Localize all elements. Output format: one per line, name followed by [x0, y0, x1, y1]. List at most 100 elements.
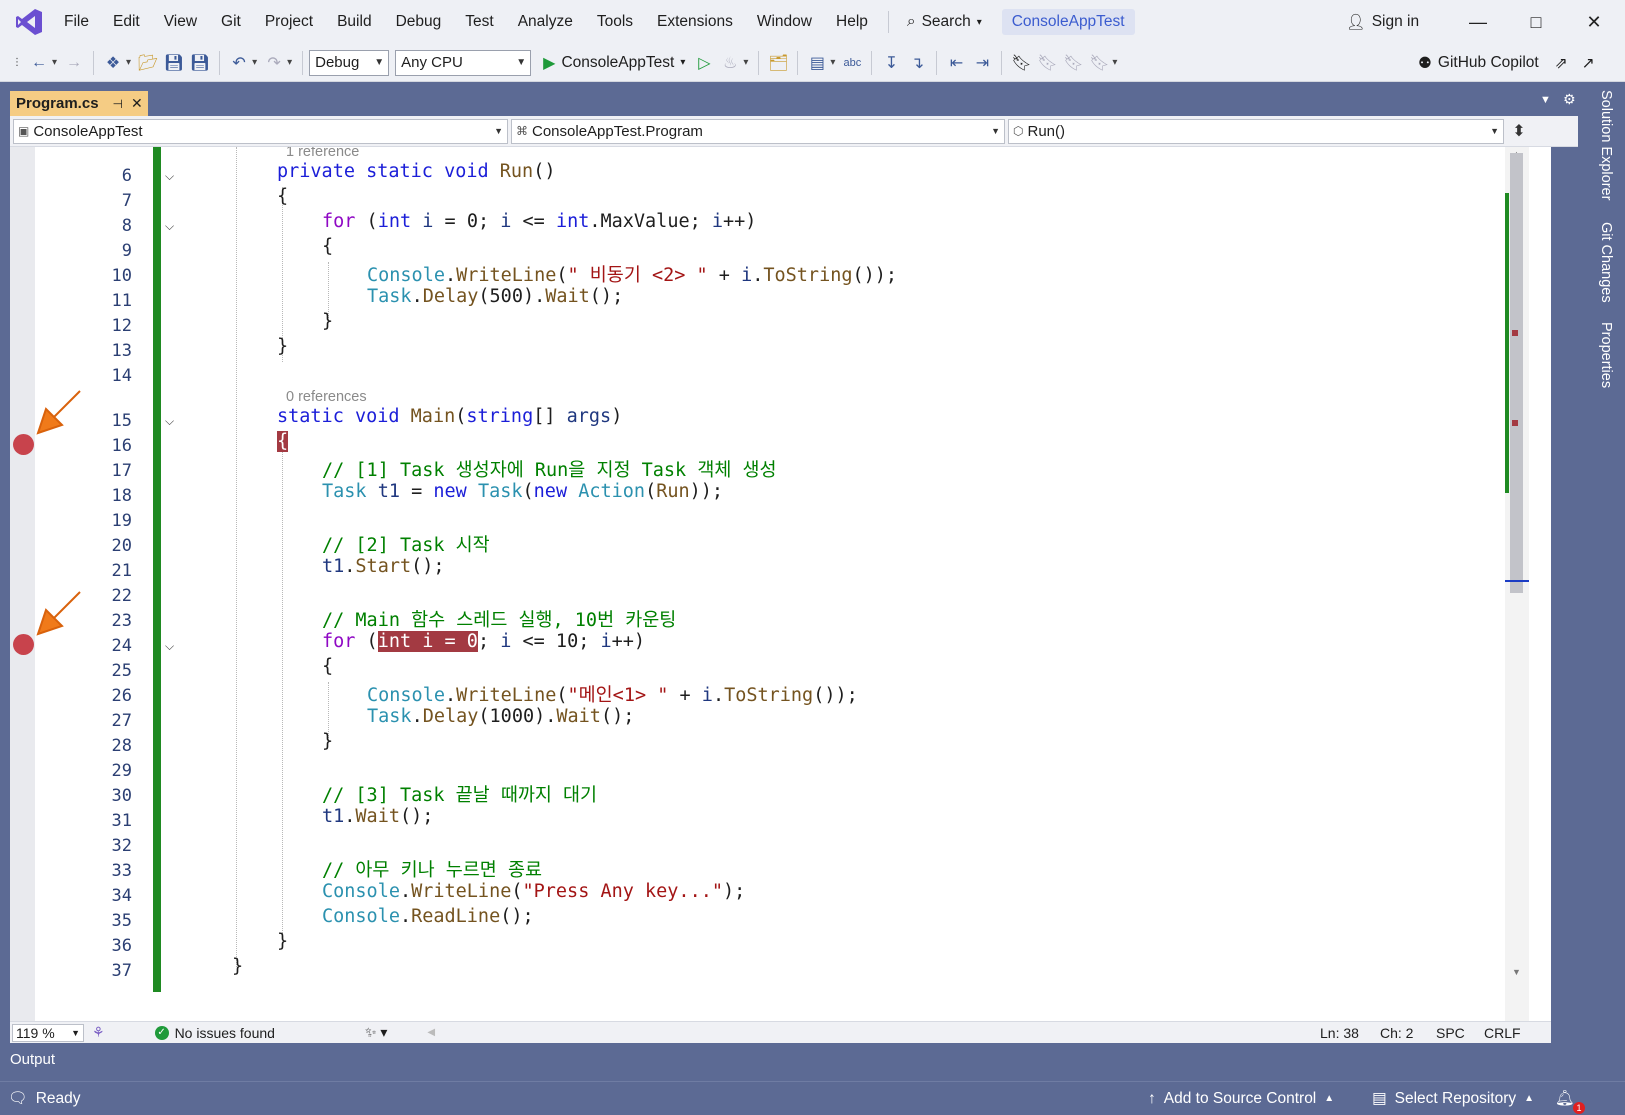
tab-program-cs[interactable]: Program.cs ⊣ ✕: [10, 91, 148, 116]
menu-item-git[interactable]: Git: [209, 0, 253, 44]
tab-git-changes[interactable]: Git Changes: [1598, 222, 1614, 303]
chevron-down-icon[interactable]: ▾: [1112, 57, 1117, 68]
step-over-icon[interactable]: ↴: [904, 50, 930, 76]
tab-output[interactable]: Output: [10, 1051, 55, 1068]
collapse-icon[interactable]: ⌵: [165, 219, 174, 234]
menu-item-window[interactable]: Window: [745, 0, 824, 44]
tab-properties[interactable]: Properties: [1598, 322, 1614, 388]
annotation-arrow-icon: [36, 591, 81, 636]
chevron-down-icon[interactable]: ▾: [126, 57, 131, 68]
line-ending-indicator[interactable]: CRLF: [1484, 1025, 1521, 1041]
open-folder-icon[interactable]: 📂︎: [135, 50, 161, 76]
repository-label: Select Repository: [1394, 1089, 1517, 1107]
collapse-icon[interactable]: ⌵: [165, 169, 174, 184]
breakpoint-icon[interactable]: [13, 434, 34, 455]
issues-indicator[interactable]: ✓ No issues found: [154, 1025, 275, 1041]
code-cleanup-icon[interactable]: ✨︎ ▾: [365, 1024, 387, 1041]
redo-icon[interactable]: ↷: [261, 50, 287, 76]
column-indicator[interactable]: Ch: 2: [1380, 1025, 1413, 1041]
line-number: 31: [111, 811, 132, 831]
split-window-icon[interactable]: ⬍: [1508, 121, 1530, 141]
menu-item-debug[interactable]: Debug: [384, 0, 454, 44]
menu-item-extensions[interactable]: Extensions: [645, 0, 745, 44]
menu-item-tools[interactable]: Tools: [585, 0, 645, 44]
feedback-icon[interactable]: ↗: [1582, 54, 1595, 73]
new-project-icon[interactable]: ❖: [100, 50, 126, 76]
browse-folder-icon[interactable]: 🗂︎: [765, 50, 791, 76]
configuration-select[interactable]: Debug ▼: [309, 49, 390, 76]
indent-icon[interactable]: ⇥: [969, 50, 995, 76]
menu-item-project[interactable]: Project: [253, 0, 325, 44]
menu-item-test[interactable]: Test: [453, 0, 505, 44]
solution-name-badge[interactable]: ConsoleAppTest: [1001, 9, 1135, 35]
start-without-debugging-icon[interactable]: ▷: [691, 50, 717, 76]
breakpoint-icon[interactable]: [13, 634, 34, 655]
code-editor[interactable]: 6 7 8 9 10 11 12 13 14 15 16 17 18 19 20 21 22 23 24 25 26 27…: [10, 147, 1551, 1021]
share-icon[interactable]: ⇗: [1555, 54, 1568, 73]
pin-icon[interactable]: ⊣: [113, 97, 123, 111]
intellicode-icon[interactable]: ⚘: [92, 1024, 105, 1041]
close-window-button[interactable]: ✕: [1565, 0, 1623, 44]
chevron-down-icon[interactable]: ▾: [52, 57, 57, 68]
window-layout-icon[interactable]: ▤: [804, 50, 830, 76]
breakpoint-margin[interactable]: [10, 147, 35, 1021]
code-line: t1.Wait();: [322, 806, 434, 827]
start-debugging-button[interactable]: ▶ ConsoleAppTest ▾: [537, 53, 691, 73]
outdent-icon[interactable]: ⇤: [943, 50, 969, 76]
previous-bookmark-icon[interactable]: 🔖︎: [1034, 50, 1060, 76]
chevron-down-icon[interactable]: ▾: [743, 57, 748, 68]
code-line: {: [322, 236, 334, 257]
add-to-source-control-button[interactable]: ↑ Add to Source Control ▲: [1148, 1090, 1334, 1108]
menu-item-view[interactable]: View: [152, 0, 209, 44]
step-into-icon[interactable]: ↧: [878, 50, 904, 76]
whitespace-indicator[interactable]: SPC: [1436, 1025, 1465, 1041]
spell-check-icon[interactable]: abc: [839, 50, 865, 76]
select-repository-button[interactable]: ▤ Select Repository ▲: [1372, 1089, 1534, 1108]
vertical-scrollbar[interactable]: ▲ ▼: [1505, 147, 1529, 1021]
maximize-button[interactable]: □: [1507, 0, 1565, 44]
menu-item-file[interactable]: File: [52, 0, 101, 44]
code-line: }: [277, 931, 289, 952]
notification-bell-icon[interactable]: 🔔︎: [1555, 1089, 1575, 1108]
bookmark-icon[interactable]: 🔖︎: [1008, 50, 1034, 76]
menu-item-edit[interactable]: Edit: [101, 0, 152, 44]
chevron-down-icon[interactable]: ▾: [287, 57, 292, 68]
project-dropdown[interactable]: ▣ ConsoleAppTest ▼: [13, 118, 508, 144]
navigate-forward-icon[interactable]: →: [61, 50, 87, 76]
code-line: Task t1 = new Task(new Action(Run));: [322, 481, 724, 502]
navigate-back-icon[interactable]: ←: [26, 50, 52, 76]
scroll-down-icon[interactable]: ▼: [1512, 967, 1521, 977]
github-copilot-button[interactable]: ⚉ GitHub Copilot ⇗ ↗: [1418, 44, 1595, 82]
close-icon[interactable]: ✕: [131, 95, 143, 112]
save-icon[interactable]: 💾︎: [161, 50, 187, 76]
scrollbar-thumb[interactable]: [1510, 153, 1523, 593]
save-all-icon[interactable]: 💾︎: [187, 50, 213, 76]
menu-item-analyze[interactable]: Analyze: [506, 0, 585, 44]
collapse-icon[interactable]: ⌵: [165, 414, 174, 429]
platform-select[interactable]: Any CPU ▼: [395, 49, 532, 76]
codelens-references[interactable]: 1 reference: [286, 147, 359, 160]
code-line: // [3] Task 끝날 때까지 대기: [322, 785, 598, 806]
class-dropdown[interactable]: ⌘ ConsoleAppTest.Program ▼: [511, 118, 1005, 144]
chevron-down-icon[interactable]: ▾: [830, 57, 835, 68]
search-button[interactable]: ⌕ Search ▾: [897, 13, 992, 31]
collapse-icon[interactable]: ⌵: [165, 639, 174, 654]
tab-overflow-icon[interactable]: ▼: [1540, 94, 1551, 106]
undo-icon[interactable]: ↶: [226, 50, 252, 76]
chevron-down-icon[interactable]: ▾: [252, 57, 257, 68]
zoom-select[interactable]: 119 % ▼: [12, 1023, 84, 1042]
minimize-button[interactable]: —: [1449, 0, 1507, 44]
member-dropdown[interactable]: ⬡ Run() ▼: [1008, 118, 1504, 144]
menu-item-help[interactable]: Help: [824, 0, 880, 44]
tab-solution-explorer[interactable]: Solution Explorer: [1598, 90, 1614, 200]
sign-in-button[interactable]: 👤︎ Sign in: [1346, 0, 1419, 44]
codelens-references[interactable]: 0 references: [286, 389, 367, 405]
menu-item-build[interactable]: Build: [325, 0, 383, 44]
clear-bookmarks-icon[interactable]: 🔖︎: [1086, 50, 1112, 76]
scroll-left-icon[interactable]: ◀: [427, 1027, 435, 1038]
next-bookmark-icon[interactable]: 🔖︎: [1060, 50, 1086, 76]
hot-reload-icon[interactable]: ♨: [717, 50, 743, 76]
gear-icon[interactable]: ⚙: [1563, 91, 1576, 108]
line-indicator[interactable]: Ln: 38: [1320, 1025, 1359, 1041]
project-name: ConsoleAppTest: [33, 122, 143, 140]
